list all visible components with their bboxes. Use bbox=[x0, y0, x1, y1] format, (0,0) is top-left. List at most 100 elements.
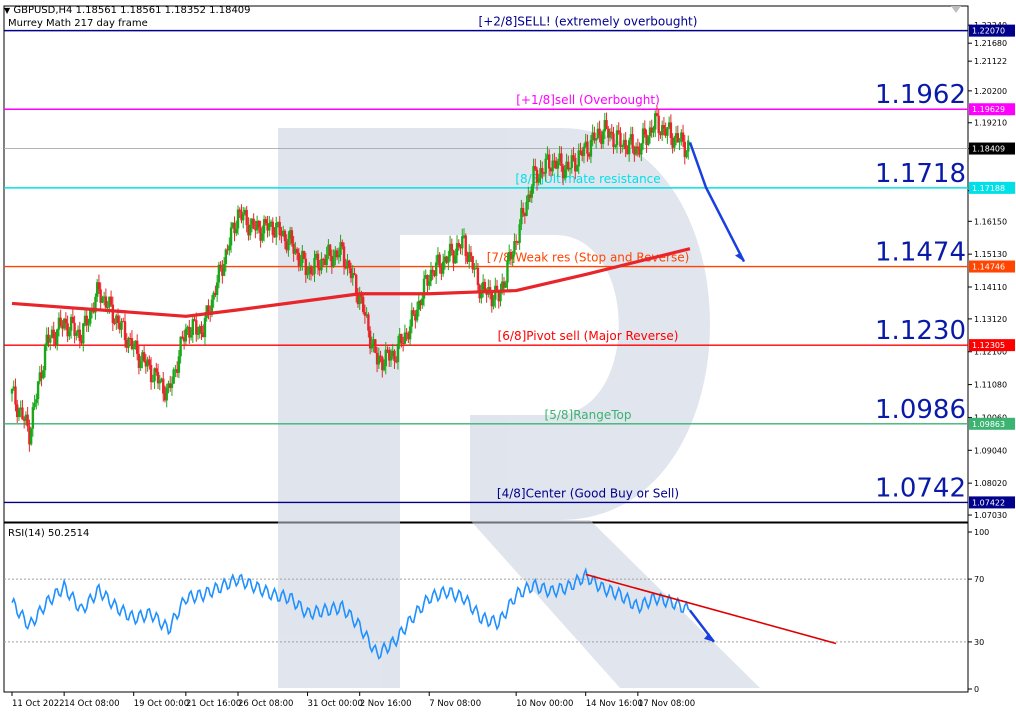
candle-body bbox=[575, 166, 579, 172]
candle-body bbox=[316, 253, 320, 268]
candle-body bbox=[652, 129, 655, 133]
candle-body bbox=[33, 402, 36, 408]
candle-body bbox=[438, 254, 441, 268]
candle-body bbox=[184, 328, 188, 342]
candle-body bbox=[229, 227, 233, 246]
candle-body bbox=[228, 245, 231, 251]
candle-body bbox=[348, 260, 351, 269]
candle-body bbox=[601, 131, 605, 144]
candle-body bbox=[87, 323, 90, 326]
candle-body bbox=[261, 233, 264, 241]
x-tick-label: 2 Nov 16:00 bbox=[360, 699, 412, 709]
candle-body bbox=[577, 150, 580, 167]
candle-body bbox=[236, 209, 240, 229]
candle-body bbox=[56, 329, 59, 345]
price-tag-label: 1.22070 bbox=[972, 27, 1005, 36]
candle-body bbox=[158, 380, 161, 384]
candle-body bbox=[219, 264, 222, 268]
candle-body bbox=[563, 169, 567, 179]
y-tick-label: 1.09040 bbox=[974, 446, 1007, 455]
candle-body bbox=[325, 254, 328, 266]
murrey-label: [4/8]Center (Good Buy or Sell) bbox=[497, 486, 679, 500]
candle-body bbox=[26, 414, 29, 427]
x-tick-label: 31 Oct 00:00 bbox=[308, 699, 363, 709]
murrey-label: [+1/8]sell (Overbought) bbox=[516, 93, 660, 107]
rsi-y-tick-label: 100 bbox=[974, 528, 989, 537]
murrey-level-value: 1.0742 bbox=[875, 473, 966, 503]
candle-body bbox=[31, 407, 35, 429]
watermark-stem bbox=[278, 128, 400, 688]
candle-body bbox=[504, 282, 507, 288]
candle-body bbox=[434, 262, 438, 276]
candle-body bbox=[396, 343, 400, 363]
candle-body bbox=[82, 323, 85, 344]
y-tick-label: 1.14110 bbox=[974, 283, 1007, 292]
price-tag-label: 1.17188 bbox=[972, 184, 1005, 193]
candle-body bbox=[342, 246, 346, 267]
candle-body bbox=[655, 113, 659, 116]
murrey-level-value: 1.0986 bbox=[875, 395, 966, 425]
candle-body bbox=[621, 145, 624, 147]
murrey-level-value: 1.1718 bbox=[875, 159, 966, 189]
candle-body bbox=[582, 146, 586, 156]
candle-body bbox=[676, 133, 680, 143]
candle-body bbox=[454, 255, 457, 264]
rsi-label: RSI(14) 50.2514 bbox=[8, 528, 90, 539]
candle-body bbox=[393, 350, 396, 361]
candle-body bbox=[278, 221, 281, 236]
candle-body bbox=[328, 244, 332, 256]
y-tick-label: 1.15130 bbox=[974, 250, 1007, 259]
candle-body bbox=[687, 140, 690, 152]
price-tag-label: 1.14746 bbox=[972, 263, 1005, 272]
candle-body bbox=[151, 381, 155, 383]
candle-body bbox=[506, 260, 509, 283]
candle-body bbox=[441, 261, 445, 274]
candle-body bbox=[551, 160, 554, 172]
candle-body bbox=[306, 274, 309, 276]
candle-body bbox=[640, 143, 643, 155]
x-tick-label: 10 Nov 00:00 bbox=[516, 699, 573, 709]
candle-body bbox=[530, 186, 533, 198]
candle-body bbox=[35, 399, 38, 403]
candle-body bbox=[304, 258, 307, 276]
price-tag-label: 1.12305 bbox=[972, 341, 1005, 350]
candle-body bbox=[511, 254, 514, 260]
candle-body bbox=[170, 383, 174, 389]
candle-body bbox=[196, 333, 200, 335]
candle-body bbox=[313, 257, 316, 274]
y-tick-label: 1.13120 bbox=[974, 315, 1007, 324]
candle-body bbox=[52, 329, 55, 339]
candle-body bbox=[68, 330, 71, 337]
candle-body bbox=[586, 141, 589, 154]
candle-body bbox=[64, 318, 68, 324]
murrey-level-value: 1.1230 bbox=[875, 316, 966, 346]
y-tick-label: 1.07030 bbox=[974, 511, 1007, 520]
x-tick-label: 11 Oct 2022 bbox=[12, 699, 65, 709]
candle-body bbox=[412, 310, 415, 314]
candle-body bbox=[101, 297, 104, 303]
candle-body bbox=[610, 131, 613, 134]
candle-body bbox=[248, 224, 252, 236]
candle-body bbox=[556, 161, 560, 169]
candle-body bbox=[374, 339, 377, 353]
candle-body bbox=[302, 250, 306, 259]
candle-body bbox=[534, 166, 537, 170]
candle-body bbox=[127, 337, 130, 348]
candle-body bbox=[200, 326, 203, 333]
candle-body bbox=[647, 136, 650, 145]
candle-body bbox=[447, 256, 450, 263]
candle-body bbox=[139, 360, 142, 368]
candle-body bbox=[275, 222, 278, 238]
y-tick-label: 1.16150 bbox=[974, 217, 1007, 226]
candle-body bbox=[21, 407, 24, 420]
candle-body bbox=[283, 230, 287, 242]
candle-body bbox=[589, 139, 593, 157]
price-tag-label: 1.09863 bbox=[972, 420, 1005, 429]
candle-body bbox=[10, 388, 14, 394]
candle-body bbox=[353, 273, 356, 275]
candle-body bbox=[681, 132, 685, 142]
candle-body bbox=[264, 219, 268, 224]
candle-body bbox=[572, 155, 575, 158]
candle-body bbox=[513, 241, 516, 255]
header-quote: GBPUSD,H4 1.18561 1.18561 1.18352 1.1840… bbox=[13, 5, 251, 16]
